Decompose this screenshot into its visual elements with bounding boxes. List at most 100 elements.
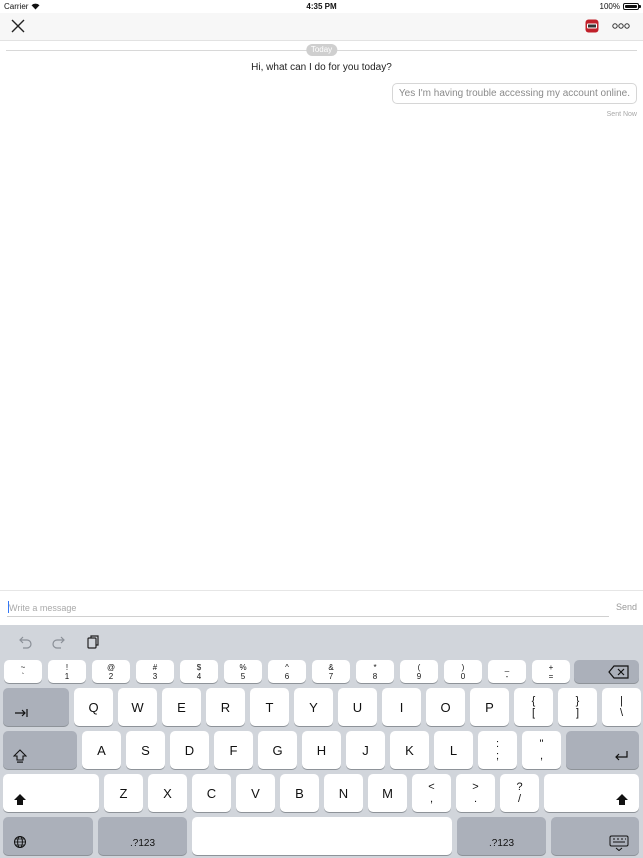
key-2[interactable]: @2: [92, 660, 130, 683]
key-label: D: [184, 742, 195, 758]
key-label: I: [399, 699, 404, 715]
key-t[interactable]: T: [250, 688, 289, 726]
key-s[interactable]: S: [126, 731, 165, 769]
tab-key[interactable]: [3, 688, 69, 726]
key-top-char: (: [417, 662, 421, 672]
key-bottom-char: 6: [284, 671, 290, 681]
key-q[interactable]: Q: [74, 688, 113, 726]
hide-keyboard-key[interactable]: [551, 817, 639, 855]
key-symbol[interactable]: >.: [456, 774, 495, 812]
key-9[interactable]: (9: [400, 660, 438, 683]
key-bottom-char: ,: [539, 750, 544, 762]
delete-key[interactable]: [574, 660, 639, 683]
key-symbol[interactable]: {[: [514, 688, 553, 726]
caps-lock-icon: [13, 749, 27, 763]
key-label: L: [449, 742, 458, 758]
shift-key-left[interactable]: [3, 774, 99, 812]
key-bottom-char: 2: [108, 671, 114, 681]
globe-key[interactable]: [3, 817, 93, 855]
key-f[interactable]: F: [214, 731, 253, 769]
key-c[interactable]: C: [192, 774, 231, 812]
shift-icon: [14, 794, 26, 805]
key-1[interactable]: ! 1: [48, 660, 86, 683]
paste-icon[interactable]: [85, 634, 101, 650]
key-top-char: _: [504, 662, 510, 672]
numbers-key-left[interactable]: .?123: [98, 817, 187, 855]
key-`[interactable]: ~ `: [4, 660, 42, 683]
message-input[interactable]: [7, 600, 609, 617]
key-d[interactable]: D: [170, 731, 209, 769]
key-symbol[interactable]: }]: [558, 688, 597, 726]
key-u[interactable]: U: [338, 688, 377, 726]
caps-lock-key[interactable]: [3, 731, 77, 769]
send-button[interactable]: Send: [616, 602, 637, 612]
date-pill: Today: [305, 44, 338, 56]
key-b[interactable]: B: [280, 774, 319, 812]
key-symbol[interactable]: ? /: [500, 774, 539, 812]
key-z[interactable]: Z: [104, 774, 143, 812]
key-top-char: ": [539, 738, 544, 750]
key-6[interactable]: ^ 6: [268, 660, 306, 683]
key-=[interactable]: + =: [532, 660, 570, 683]
more-icon[interactable]: [612, 20, 630, 32]
key-x[interactable]: X: [148, 774, 187, 812]
tab-icon: [15, 709, 28, 717]
key-8[interactable]: * 8: [356, 660, 394, 683]
key-5[interactable]: % 5: [224, 660, 262, 683]
key-label: H: [316, 742, 327, 758]
key-y[interactable]: Y: [294, 688, 333, 726]
key-label: J: [362, 742, 369, 758]
key-r[interactable]: R: [206, 688, 245, 726]
close-icon[interactable]: [10, 18, 26, 34]
undo-icon[interactable]: [17, 634, 33, 650]
key-bottom-char: 4: [196, 671, 202, 681]
key-symbol[interactable]: ",: [522, 731, 561, 769]
key-top-char: +: [548, 662, 554, 672]
key-0[interactable]: ) 0: [444, 660, 482, 683]
message-composer: Send: [0, 590, 643, 626]
space-key[interactable]: [192, 817, 452, 855]
key-7[interactable]: & 7: [312, 660, 350, 683]
key-symbol[interactable]: <,: [412, 774, 451, 812]
message-status: Sent Now: [606, 111, 637, 118]
return-key[interactable]: [566, 731, 639, 769]
key-top-char: #: [152, 662, 158, 672]
key-o[interactable]: O: [426, 688, 465, 726]
key-label: Y: [309, 699, 318, 715]
key-4[interactable]: $4: [180, 660, 218, 683]
key-v[interactable]: V: [236, 774, 275, 812]
app-badge-icon[interactable]: [585, 19, 599, 33]
key--[interactable]: _ -: [488, 660, 526, 683]
key-a[interactable]: A: [82, 731, 121, 769]
shift-icon: [616, 794, 628, 805]
text-caret: [8, 601, 9, 613]
key-g[interactable]: G: [258, 731, 297, 769]
keyboard-toolbar: [0, 625, 643, 657]
redo-icon[interactable]: [51, 634, 67, 650]
key-w[interactable]: W: [118, 688, 157, 726]
key-k[interactable]: K: [390, 731, 429, 769]
numbers-key-label: .?123: [129, 838, 156, 849]
shift-key-right[interactable]: [544, 774, 639, 812]
key-l[interactable]: L: [434, 731, 473, 769]
key-top-char: {: [531, 695, 536, 707]
key-label: Q: [88, 699, 99, 715]
key-bottom-char: 3: [152, 671, 158, 681]
key-label: P: [485, 699, 494, 715]
key-p[interactable]: P: [470, 688, 509, 726]
key-3[interactable]: #3: [136, 660, 174, 683]
key-symbol[interactable]: :;: [478, 731, 517, 769]
key-label: F: [229, 742, 238, 758]
key-symbol[interactable]: | \: [602, 688, 641, 726]
key-e[interactable]: E: [162, 688, 201, 726]
key-h[interactable]: H: [302, 731, 341, 769]
numbers-key-right[interactable]: .?123: [457, 817, 546, 855]
key-m[interactable]: M: [368, 774, 407, 812]
key-label: W: [131, 699, 144, 715]
key-top-char: <: [428, 781, 435, 793]
key-j[interactable]: J: [346, 731, 385, 769]
key-bottom-char: -: [505, 671, 509, 681]
key-i[interactable]: I: [382, 688, 421, 726]
key-top-char: ~: [20, 662, 26, 672]
key-n[interactable]: N: [324, 774, 363, 812]
